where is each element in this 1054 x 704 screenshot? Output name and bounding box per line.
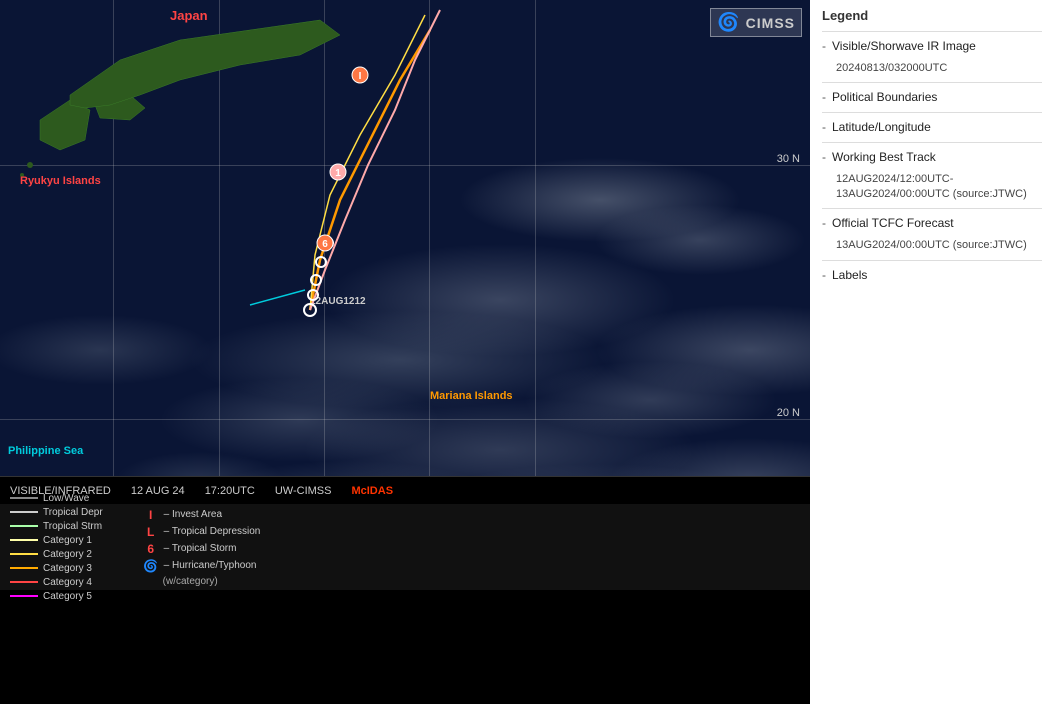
grid-line-20n: [0, 419, 810, 420]
status-time: 17:20UTC: [205, 485, 255, 497]
lat-label-20n: 20 N: [777, 407, 800, 419]
panel-item-working-track: - Working Best Track: [822, 149, 1042, 166]
panel-title: Legend: [822, 8, 1042, 23]
vis-ir-sub: 20240813/032000UTC: [836, 61, 1042, 76]
labels-panel-label: Labels: [832, 267, 867, 284]
latlon-label: Latitude/Longitude: [832, 119, 931, 136]
legend-label-td: Tropical Depr: [43, 507, 103, 518]
panel-item-vis-ir: - Visible/Shorwave IR Image: [822, 38, 1042, 55]
panel-divider-4: [822, 142, 1042, 143]
panel-divider-6: [822, 260, 1042, 261]
legend-hurricane-sub: (w/category): [163, 576, 261, 587]
working-track-sub: 12AUG2024/12:00UTC- 13AUG2024/00:00UTC (…: [836, 172, 1042, 203]
legend-label-low: Low/Wave: [43, 493, 89, 504]
legend-tropical-depr: Tropical Depr: [10, 507, 103, 518]
legend-low-wave: Low/Wave: [10, 493, 103, 504]
ts-symbol: 6: [143, 542, 159, 556]
vis-ir-panel-label: Visible/Shorwave IR Image: [832, 38, 976, 55]
status-bar: VISIBLE/INFRARED 12 AUG 24 17:20UTC UW-C…: [0, 476, 810, 504]
invest-symbol: I: [143, 508, 159, 522]
legend-color-cat4: [10, 581, 38, 583]
legend-label-cat5: Category 5: [43, 591, 92, 602]
panel-divider-3: [822, 112, 1042, 113]
legend-bar: Low/Wave Tropical Depr Tropical Strm: [0, 504, 810, 590]
legend-label-cat1: Category 1: [43, 535, 92, 546]
legend-invest: I – Invest Area: [143, 508, 261, 522]
legend-cat4: Category 4: [10, 577, 103, 588]
legend-color-cat2: [10, 553, 38, 555]
legend-color-cat1: [10, 539, 38, 541]
main-container: 30 N 20 N 125 E 130 E 135 E 140 E 145 E …: [0, 0, 1054, 704]
bottom-bar: VISIBLE/INFRARED 12 AUG 24 17:20UTC UW-C…: [0, 476, 810, 590]
legend-label-cat2: Category 2: [43, 549, 92, 560]
panel-divider-1: [822, 31, 1042, 32]
official-forecast-label: Official TCFC Forecast: [832, 215, 954, 232]
political-boundaries-label: Political Boundaries: [832, 89, 937, 106]
panel-item-official-forecast: - Official TCFC Forecast: [822, 215, 1042, 232]
panel-divider-5: [822, 208, 1042, 209]
panel-item-political: - Political Boundaries: [822, 89, 1042, 106]
legend-tropical-strm: Tropical Strm: [10, 521, 103, 532]
legend-cat1: Category 1: [10, 535, 103, 546]
legend-label-ts: Tropical Strm: [43, 521, 102, 532]
td-sym-label: – Tropical Depression: [164, 526, 261, 537]
panel-item-labels: - Labels: [822, 267, 1042, 284]
map-area: 30 N 20 N 125 E 130 E 135 E 140 E 145 E …: [0, 0, 810, 704]
legend-color-cat5: [10, 595, 38, 597]
legend-cat5: Category 5: [10, 591, 103, 602]
invest-label: – Invest Area: [164, 509, 222, 520]
legend-color-cat3: [10, 567, 38, 569]
japan-landmass: [0, 0, 350, 180]
ts-sym-label: – Tropical Storm: [164, 543, 237, 554]
status-date: 12 AUG 24: [131, 485, 185, 497]
official-forecast-sub: 13AUG2024/00:00UTC (source:JTWC): [836, 238, 1042, 253]
legend-track-types: Low/Wave Tropical Depr Tropical Strm: [10, 493, 103, 602]
legend-color-ts: [10, 525, 38, 527]
legend-ts-sym: 6 – Tropical Storm: [143, 542, 261, 556]
legend-cat2: Category 2: [10, 549, 103, 560]
cimss-logo: 🌀 CIMSS: [710, 8, 802, 37]
hurricane-symbol: 🌀: [143, 559, 159, 573]
lat-label-30n: 30 N: [777, 153, 800, 165]
legend-td-sym: L – Tropical Depression: [143, 525, 261, 539]
legend-symbols: I – Invest Area L – Tropical Depression …: [143, 508, 261, 587]
right-panel: Legend - Visible/Shorwave IR Image 20240…: [810, 0, 1054, 704]
mcidas-label: McIDAS: [351, 485, 393, 497]
legend-color-low: [10, 497, 38, 499]
panel-item-latlon: - Latitude/Longitude: [822, 119, 1042, 136]
hurricane-sub-label: (w/category): [163, 576, 218, 587]
legend-cat3: Category 3: [10, 563, 103, 574]
legend-label-cat3: Category 3: [43, 563, 92, 574]
panel-divider-2: [822, 82, 1042, 83]
hurricane-sym-label: – Hurricane/Typhoon: [164, 560, 257, 571]
legend-label-cat4: Category 4: [43, 577, 92, 588]
td-symbol: L: [143, 525, 159, 539]
status-source: UW-CIMSS: [275, 485, 332, 497]
legend-hurricane-sym: 🌀 – Hurricane/Typhoon: [143, 559, 261, 573]
working-track-label: Working Best Track: [832, 149, 936, 166]
legend-color-td: [10, 511, 38, 513]
